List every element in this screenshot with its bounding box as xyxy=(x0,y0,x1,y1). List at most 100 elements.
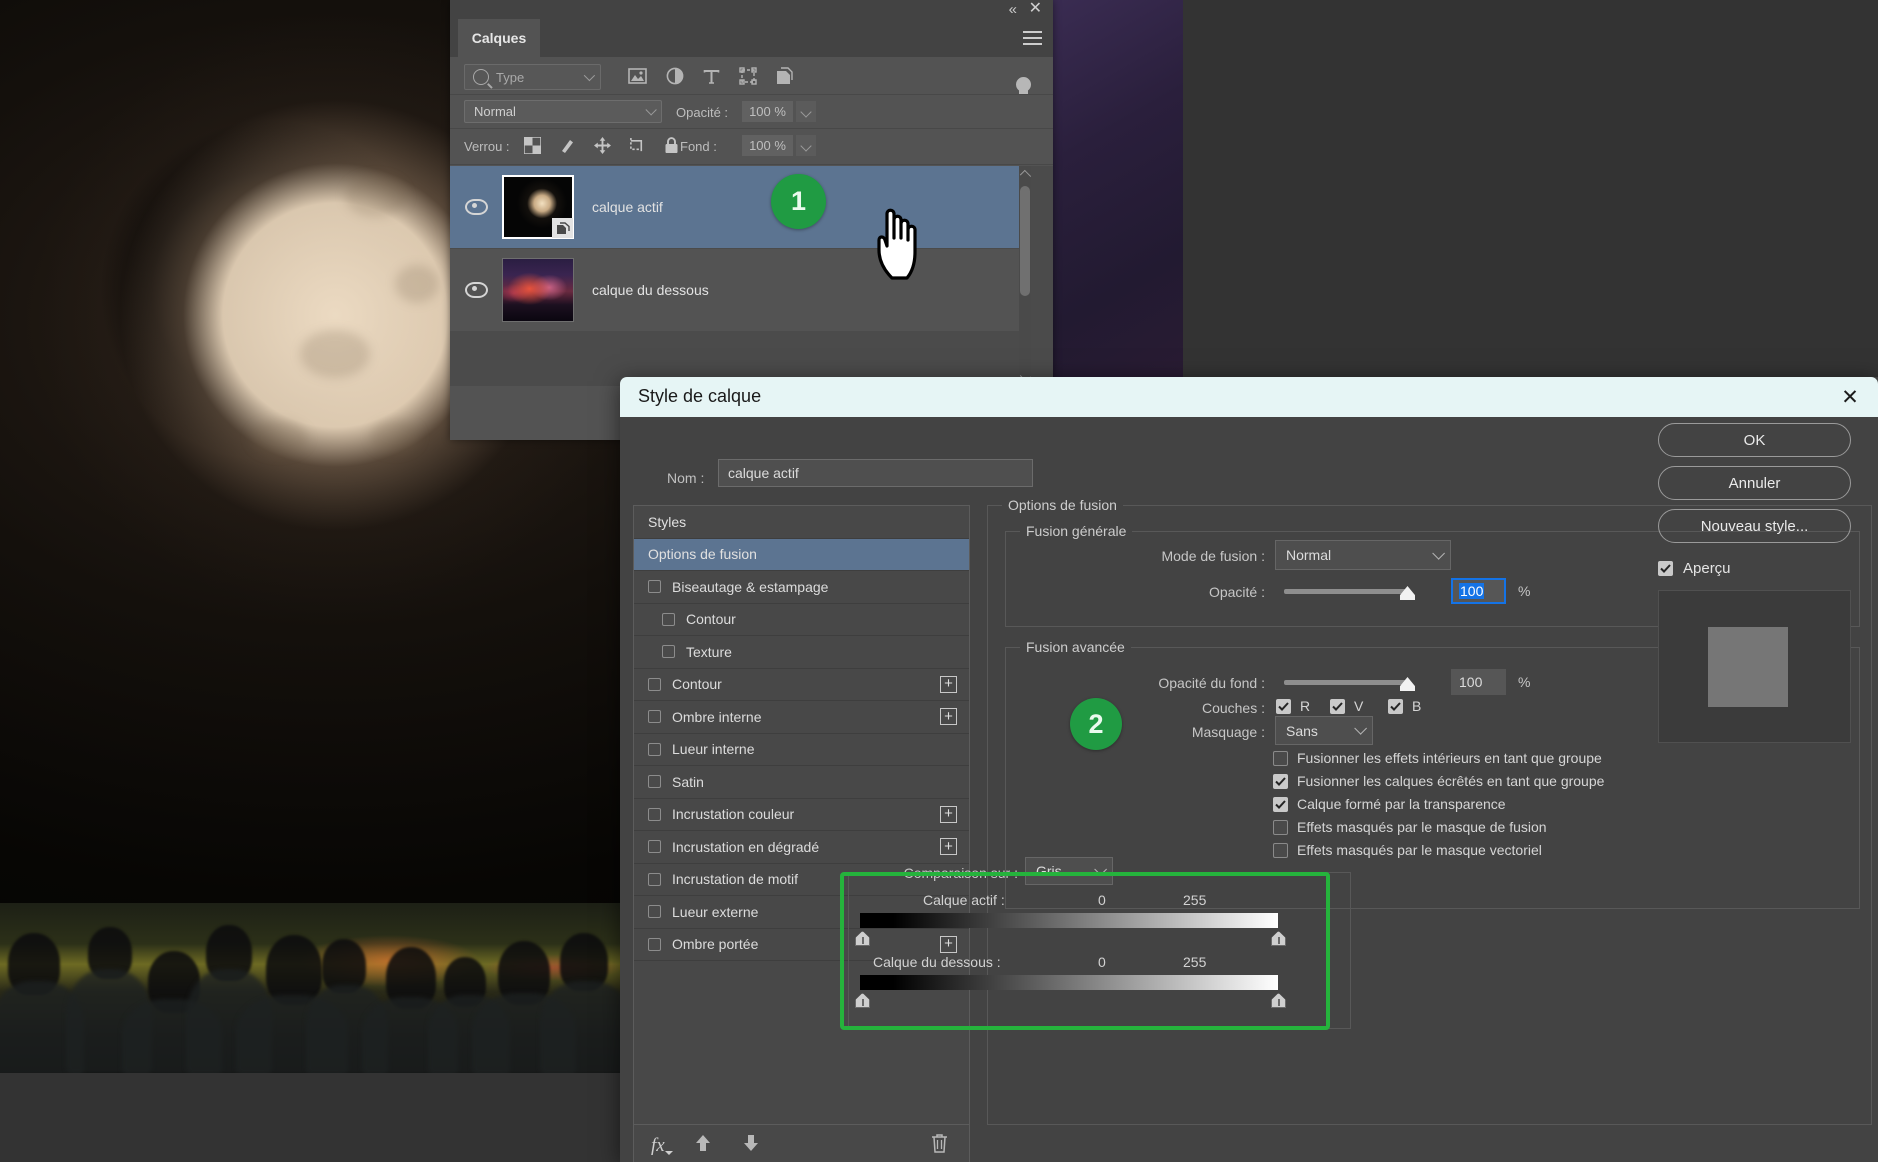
smartobject-filter-icon[interactable] xyxy=(776,67,793,90)
panel-menu-icon[interactable] xyxy=(1023,31,1042,49)
layer-opacity-stepper[interactable] xyxy=(796,101,816,122)
layer-visibility-toggle[interactable] xyxy=(450,199,502,215)
ok-button[interactable]: OK xyxy=(1658,423,1851,457)
checkbox-unchecked-icon xyxy=(1273,842,1288,858)
option-layer-mask-hides-effects[interactable]: Effets masqués par le masque de fusion xyxy=(1273,819,1547,835)
styles-list-item-contour[interactable]: Contour + xyxy=(634,669,969,701)
option-vector-mask-hides-effects[interactable]: Effets masqués par le masque vectoriel xyxy=(1273,842,1542,858)
new-style-button[interactable]: Nouveau style... xyxy=(1658,509,1851,543)
lock-position-icon[interactable] xyxy=(594,137,611,159)
effect-checkbox[interactable] xyxy=(662,612,675,626)
advanced-blending-legend: Fusion avancée xyxy=(1020,639,1131,655)
layer-thumbnail-moon[interactable] xyxy=(502,175,574,239)
checkbox-unchecked-icon xyxy=(1273,750,1288,766)
lock-transparent-pixels-icon[interactable] xyxy=(523,136,542,159)
effect-checkbox[interactable] xyxy=(648,742,661,756)
styles-list-item-label: Contour xyxy=(672,676,722,693)
styles-list-item-lueur-interne[interactable]: Lueur interne xyxy=(634,734,969,766)
layer-thumbnail-balloons[interactable] xyxy=(502,258,574,322)
styles-list-item-label: Styles xyxy=(648,513,687,530)
layer-fill-value[interactable]: 100 % xyxy=(742,135,793,156)
layer-opacity-label: Opacité : xyxy=(676,105,729,120)
effect-checkbox[interactable] xyxy=(648,872,661,886)
fx-icon[interactable]: fx xyxy=(651,1135,673,1157)
effect-checkbox[interactable] xyxy=(648,710,661,724)
lock-all-icon[interactable] xyxy=(664,137,679,159)
move-down-icon[interactable] xyxy=(741,1133,761,1158)
close-icon[interactable]: ✕ xyxy=(1836,383,1864,411)
add-effect-icon[interactable]: + xyxy=(940,838,957,855)
trash-icon[interactable] xyxy=(930,1133,949,1159)
layers-filter-bar: Type xyxy=(450,57,1053,100)
styles-list-item-texture[interactable]: Texture xyxy=(634,636,969,669)
layer-filter-type-select[interactable]: Type xyxy=(464,64,601,90)
lock-artboard-icon[interactable] xyxy=(629,137,646,159)
effect-checkbox[interactable] xyxy=(648,807,661,821)
lock-image-pixels-icon[interactable] xyxy=(559,137,576,159)
styles-list-toolbar: fx xyxy=(633,1125,970,1162)
canvas-purple-strip xyxy=(1053,0,1183,392)
effect-checkbox[interactable] xyxy=(648,677,661,691)
close-icon[interactable]: ✕ xyxy=(1029,0,1042,18)
effect-checkbox[interactable] xyxy=(648,937,661,951)
layer-opacity-value[interactable]: 100 % xyxy=(742,101,793,122)
layers-list-scrollbar[interactable] xyxy=(1019,166,1032,386)
collapse-chevrons-icon[interactable]: « xyxy=(1009,1,1017,19)
opacity-slider-track[interactable] xyxy=(1284,589,1410,594)
tab-calques[interactable]: Calques xyxy=(458,19,540,57)
styles-list-item-satin[interactable]: Satin xyxy=(634,766,969,799)
fill-opacity-slider-track[interactable] xyxy=(1284,680,1410,685)
option-merge-interior-effects[interactable]: Fusionner les effets intérieurs en tant … xyxy=(1273,750,1602,766)
fill-opacity-input[interactable]: 100 xyxy=(1451,669,1506,695)
styles-list-item-incrustation-couleur[interactable]: Incrustation couleur + xyxy=(634,799,969,831)
image-filter-icon[interactable] xyxy=(628,68,647,89)
cancel-button[interactable]: Annuler xyxy=(1658,466,1851,500)
chevron-down-icon xyxy=(645,103,657,116)
checkbox-checked-icon xyxy=(1273,796,1288,812)
name-input[interactable]: calque actif xyxy=(718,459,1033,487)
styles-list-item-incrustation-degrade[interactable]: Incrustation en dégradé + xyxy=(634,831,969,864)
channel-checkbox-b[interactable]: B xyxy=(1388,698,1421,714)
effect-checkbox[interactable] xyxy=(662,645,675,659)
blend-if-underlying-layer-gradient[interactable] xyxy=(860,975,1278,990)
channel-checkbox-r[interactable]: R xyxy=(1276,698,1310,714)
scrollbar-thumb[interactable] xyxy=(1020,186,1030,296)
name-field-label: Nom : xyxy=(667,470,705,486)
add-effect-icon[interactable]: + xyxy=(940,805,957,823)
styles-list-item-styles[interactable]: Styles xyxy=(634,506,969,539)
option-merge-clipped-layers[interactable]: Fusionner les calques écrêtés en tant qu… xyxy=(1273,773,1604,789)
effect-checkbox[interactable] xyxy=(648,775,661,789)
channel-checkbox-v[interactable]: V xyxy=(1330,698,1363,714)
shape-filter-icon[interactable] xyxy=(739,67,757,90)
styles-list-item-ombre-interne[interactable]: Ombre interne + xyxy=(634,701,969,734)
filter-toggle-icon[interactable] xyxy=(1016,77,1031,100)
knockout-select[interactable]: Sans xyxy=(1275,716,1373,745)
adjustment-filter-icon[interactable] xyxy=(666,67,684,90)
layer-fill-stepper[interactable] xyxy=(796,135,816,156)
layer-visibility-toggle[interactable] xyxy=(450,282,502,298)
effect-checkbox[interactable] xyxy=(648,840,661,854)
add-effect-icon[interactable]: + xyxy=(940,708,957,725)
effect-checkbox[interactable] xyxy=(648,580,661,594)
fill-opacity-label: Opacité du fond : xyxy=(1158,675,1265,691)
option-label: Fusionner les effets intérieurs en tant … xyxy=(1297,750,1602,766)
blend-if-this-layer-gradient[interactable] xyxy=(860,913,1278,928)
text-filter-icon[interactable] xyxy=(703,68,720,90)
styles-list-item-biseautage[interactable]: Biseautage & estampage xyxy=(634,571,969,604)
chevron-up-icon[interactable] xyxy=(1019,169,1032,182)
annotation-badge-1: 1 xyxy=(771,174,826,229)
option-transparency-shapes-layer[interactable]: Calque formé par la transparence xyxy=(1273,796,1506,812)
option-label: Fusionner les calques écrêtés en tant qu… xyxy=(1297,773,1605,789)
styles-list-item-options-de-fusion[interactable]: Options de fusion xyxy=(634,538,969,571)
preview-square xyxy=(1708,627,1788,707)
opacity-input[interactable]: 100 xyxy=(1451,578,1506,604)
move-up-icon[interactable] xyxy=(693,1133,713,1158)
layer-blend-mode-select[interactable]: Normal xyxy=(464,100,662,123)
blend-mode-select[interactable]: Normal xyxy=(1275,540,1451,570)
preview-checkbox[interactable]: Aperçu xyxy=(1658,560,1731,577)
add-effect-icon[interactable]: + xyxy=(940,675,957,693)
effect-checkbox[interactable] xyxy=(648,905,661,919)
tab-calques-label: Calques xyxy=(471,30,527,46)
styles-list-item-contour-sub[interactable]: Contour xyxy=(634,604,969,636)
styles-list-item-label: Satin xyxy=(672,773,704,790)
